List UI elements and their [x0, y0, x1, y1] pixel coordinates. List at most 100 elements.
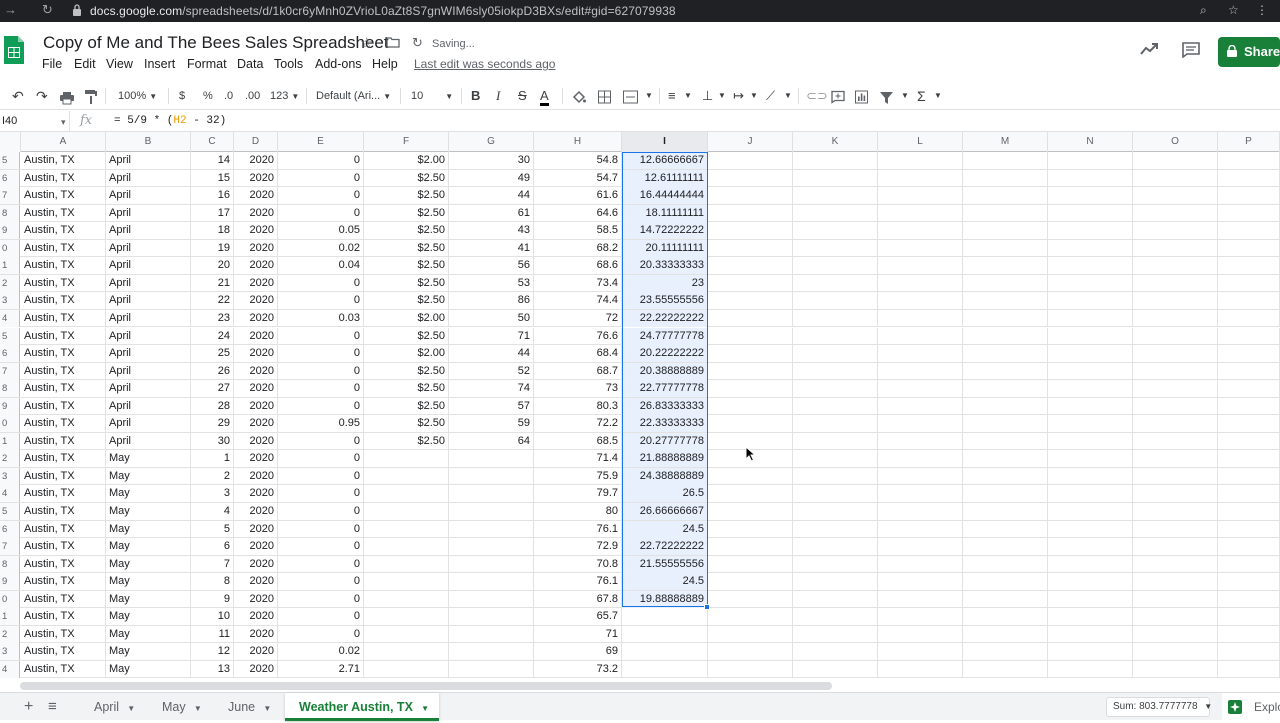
cell-l[interactable] — [878, 643, 963, 661]
undo-icon[interactable]: ↶ — [12, 88, 24, 104]
reload-icon[interactable]: ↻ — [42, 2, 53, 18]
cell-k[interactable] — [793, 485, 878, 503]
cell-m[interactable] — [963, 257, 1048, 275]
cell-j[interactable] — [708, 380, 793, 398]
cell-i[interactable]: 19.88888889 — [622, 590, 708, 608]
cell-d[interactable]: 2020 — [234, 643, 278, 661]
cell-b[interactable]: April — [106, 327, 191, 345]
cell-n[interactable] — [1048, 573, 1133, 591]
text-rotate-icon[interactable]: ⟋ — [766, 88, 775, 104]
cell-f[interactable]: $2.50 — [364, 187, 449, 205]
row-header[interactable]: 4 — [0, 660, 20, 678]
cell-k[interactable] — [793, 239, 878, 257]
row-header[interactable]: 7 — [0, 187, 20, 205]
column-header-a[interactable]: A — [21, 132, 106, 152]
horizontal-align-icon[interactable]: ≡ — [668, 88, 676, 104]
cell-g[interactable] — [449, 643, 534, 661]
cell-o[interactable] — [1133, 204, 1218, 222]
cell-e[interactable]: 0 — [278, 450, 364, 468]
cell-l[interactable] — [878, 538, 963, 556]
cell-a[interactable]: Austin, TX — [21, 503, 106, 520]
cell-l[interactable] — [878, 274, 963, 292]
cell-a[interactable]: Austin, TX — [21, 204, 106, 222]
cell-d[interactable]: 2020 — [234, 187, 278, 205]
cell-c[interactable]: 26 — [191, 362, 234, 380]
row-header[interactable]: 6 — [0, 345, 20, 363]
cell-k[interactable] — [793, 660, 878, 678]
cell-n[interactable] — [1048, 222, 1133, 240]
cell-b[interactable]: May — [106, 520, 191, 538]
cell-i[interactable] — [622, 643, 708, 661]
sheet-tab[interactable]: June ▼ — [214, 693, 285, 721]
cell-p[interactable] — [1218, 222, 1280, 240]
cell-a[interactable]: Austin, TX — [21, 152, 106, 169]
cell-h[interactable]: 73.4 — [534, 274, 622, 292]
cell-d[interactable]: 2020 — [234, 152, 278, 169]
cell-a[interactable]: Austin, TX — [21, 555, 106, 573]
cell-g[interactable] — [449, 503, 534, 520]
cell-a[interactable]: Austin, TX — [21, 643, 106, 661]
cell-b[interactable]: May — [106, 643, 191, 661]
column-header-g[interactable]: G — [449, 132, 534, 152]
cell-k[interactable] — [793, 450, 878, 468]
cell-j[interactable] — [708, 503, 793, 520]
cell-m[interactable] — [963, 415, 1048, 433]
cell-o[interactable] — [1133, 450, 1218, 468]
cell-h[interactable]: 54.8 — [534, 152, 622, 169]
row-header[interactable]: 7 — [0, 538, 20, 556]
cell-c[interactable]: 9 — [191, 590, 234, 608]
merge-cells-icon[interactable] — [623, 89, 638, 105]
cell-i[interactable]: 26.83333333 — [622, 397, 708, 415]
cell-b[interactable]: April — [106, 187, 191, 205]
cell-c[interactable]: 19 — [191, 239, 234, 257]
cell-e[interactable]: 0.03 — [278, 309, 364, 327]
cell-d[interactable]: 2020 — [234, 362, 278, 380]
cell-g[interactable] — [449, 520, 534, 538]
cell-d[interactable]: 2020 — [234, 292, 278, 310]
cell-i[interactable]: 26.5 — [622, 485, 708, 503]
cell-l[interactable] — [878, 397, 963, 415]
cell-d[interactable]: 2020 — [234, 169, 278, 187]
column-header-b[interactable]: B — [106, 132, 191, 152]
redo-icon[interactable]: ↷ — [36, 88, 48, 104]
cell-k[interactable] — [793, 187, 878, 205]
cell-b[interactable]: May — [106, 538, 191, 556]
cell-n[interactable] — [1048, 608, 1133, 626]
row-header[interactable]: 1 — [0, 608, 20, 626]
cell-a[interactable]: Austin, TX — [21, 257, 106, 275]
cell-h[interactable]: 68.5 — [534, 432, 622, 450]
cell-c[interactable]: 8 — [191, 573, 234, 591]
cell-e[interactable]: 0 — [278, 292, 364, 310]
cell-o[interactable] — [1133, 555, 1218, 573]
cell-m[interactable] — [963, 590, 1048, 608]
cell-l[interactable] — [878, 660, 963, 678]
cell-l[interactable] — [878, 187, 963, 205]
cell-h[interactable]: 73.2 — [534, 660, 622, 678]
cell-l[interactable] — [878, 292, 963, 310]
cell-b[interactable]: May — [106, 573, 191, 591]
cell-b[interactable]: May — [106, 608, 191, 626]
strikethrough-button[interactable]: S — [518, 88, 527, 104]
cell-g[interactable]: 30 — [449, 152, 534, 169]
cell-i[interactable]: 22.33333333 — [622, 415, 708, 433]
cell-i[interactable]: 24.38888889 — [622, 467, 708, 485]
cell-n[interactable] — [1048, 187, 1133, 205]
cell-d[interactable]: 2020 — [234, 450, 278, 468]
column-header-o[interactable]: O — [1133, 132, 1218, 152]
cell-b[interactable]: April — [106, 415, 191, 433]
cell-h[interactable]: 72.2 — [534, 415, 622, 433]
cell-i[interactable]: 12.61111111 — [622, 169, 708, 187]
star-icon[interactable]: ☆ — [360, 34, 373, 52]
cell-a[interactable]: Austin, TX — [21, 362, 106, 380]
cell-n[interactable] — [1048, 169, 1133, 187]
column-header-f[interactable]: F — [364, 132, 449, 152]
cell-e[interactable]: 0 — [278, 555, 364, 573]
cell-j[interactable] — [708, 555, 793, 573]
cell-o[interactable] — [1133, 397, 1218, 415]
cell-h[interactable]: 73 — [534, 380, 622, 398]
cell-d[interactable]: 2020 — [234, 204, 278, 222]
cell-n[interactable] — [1048, 485, 1133, 503]
cell-p[interactable] — [1218, 432, 1280, 450]
cell-p[interactable] — [1218, 625, 1280, 643]
cell-n[interactable] — [1048, 538, 1133, 556]
